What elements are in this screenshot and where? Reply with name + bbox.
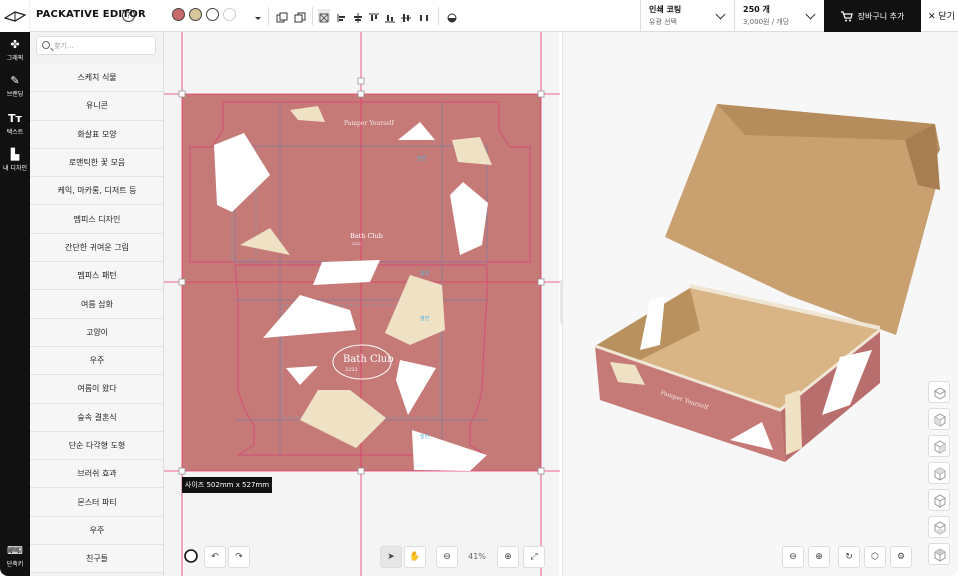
- 3d-box: Pamper Yourself: [594, 104, 940, 462]
- cube-top-icon: [934, 521, 946, 535]
- 3d-rotate-button[interactable]: ↻: [838, 546, 860, 568]
- cube-front-icon: [934, 413, 946, 427]
- view-left-button[interactable]: [928, 462, 950, 484]
- settings-icon: ⚙: [896, 552, 906, 562]
- cube-left-icon: [934, 467, 946, 481]
- cube-icon: ⬡: [871, 552, 879, 562]
- view-right-button[interactable]: [928, 489, 950, 511]
- view-top-button[interactable]: [928, 516, 950, 538]
- view-bottom-button[interactable]: [928, 543, 950, 565]
- view-back-button[interactable]: [928, 435, 950, 457]
- cube-right-icon: [934, 494, 946, 508]
- 3d-zoom-out-button[interactable]: ⊖: [782, 546, 804, 568]
- zoom-in-icon: ⊕: [815, 552, 823, 562]
- open-box-icon: [934, 387, 946, 400]
- 3d-settings-button[interactable]: ⚙: [890, 546, 912, 568]
- zoom-out-icon: ⊖: [789, 552, 797, 562]
- cube-back-icon: [934, 440, 946, 454]
- 3d-box-view-button[interactable]: ⬡: [864, 546, 886, 568]
- rotate-icon: ↻: [845, 552, 853, 562]
- cube-bottom-icon: [934, 548, 946, 562]
- view-front-button[interactable]: [928, 408, 950, 430]
- 3d-zoom-in-button[interactable]: ⊕: [808, 546, 830, 568]
- view-open-box-button[interactable]: [928, 381, 950, 403]
- editor-app: PACKATIVE EDITOR ? 인쇄 코팅 유광 선택 250 개 3,0: [0, 0, 958, 576]
